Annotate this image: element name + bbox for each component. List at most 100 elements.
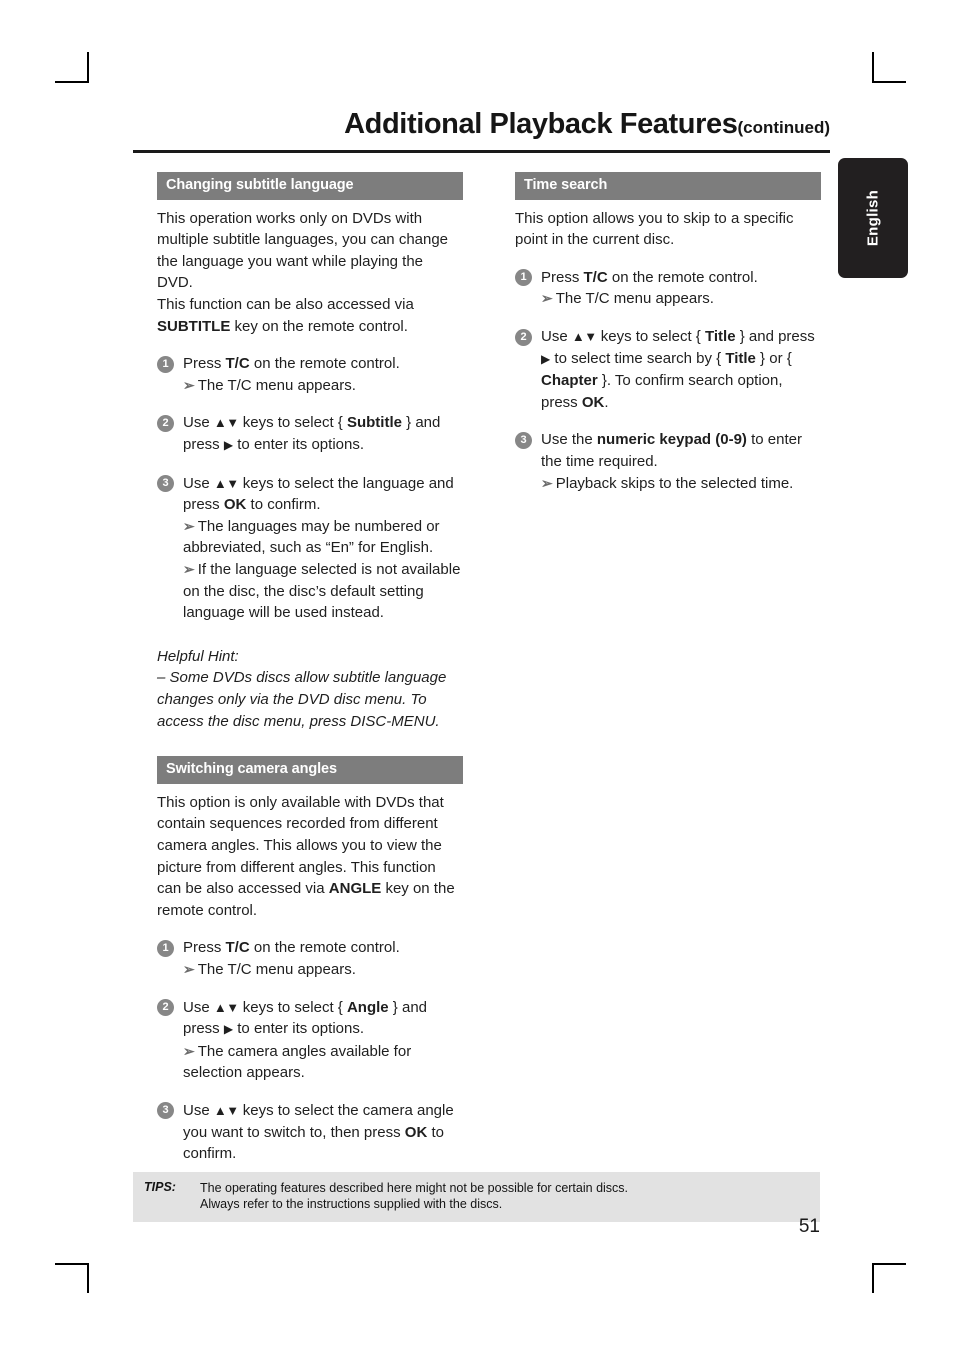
tips-line-1: The operating features described here mi… bbox=[200, 1181, 629, 1195]
crop-mark-bottom-left-h bbox=[55, 1263, 89, 1265]
step-number-badge: 1 bbox=[157, 939, 174, 957]
left-column: Changing subtitle language This operatio… bbox=[157, 172, 463, 1165]
step-text-e: } or { bbox=[755, 349, 792, 367]
step-text-a: Use bbox=[183, 998, 214, 1016]
updown-arrows-icon: ▲▼ bbox=[213, 999, 239, 1015]
step-text-a: Press bbox=[183, 355, 226, 373]
right-column: Time search This option allows you to sk… bbox=[515, 172, 821, 494]
crop-mark-bottom-right-h bbox=[872, 1263, 906, 1265]
step-result: ➢ The camera angles available for selecti… bbox=[183, 1041, 463, 1084]
step-time-2: 2 Use ▲▼ keys to select { Title } and pr… bbox=[515, 326, 821, 413]
step-result-1: ➢ The languages may be numbered or abbrev… bbox=[183, 516, 463, 559]
subtitle-intro-text: This operation works only on DVDs with m… bbox=[157, 209, 449, 292]
step-number-badge: 3 bbox=[515, 431, 532, 449]
crop-mark-bottom-left-v bbox=[87, 1263, 89, 1293]
page-number: 51 bbox=[798, 1216, 820, 1237]
tips-body: The operating features described here mi… bbox=[200, 1180, 820, 1212]
step-text-b: on the remote control. bbox=[607, 268, 758, 286]
subtitle-intro2-prefix: This function can be also accessed via bbox=[157, 296, 414, 314]
step-text-c: } and press bbox=[735, 328, 815, 346]
step-result: ➢ Playback skips to the selected time. bbox=[541, 473, 821, 495]
step-result-text: The T/C menu appears. bbox=[197, 960, 356, 978]
step-number-badge: 2 bbox=[515, 328, 532, 346]
arrow-icon: ➢ bbox=[183, 376, 195, 393]
step-result-text: The T/C menu appears. bbox=[555, 290, 714, 308]
menu-option-angle: Angle bbox=[346, 998, 389, 1016]
updown-arrows-icon: ▲▼ bbox=[213, 475, 239, 491]
crop-mark-top-right-v bbox=[872, 52, 874, 82]
step-number-badge: 2 bbox=[157, 414, 174, 432]
step-result-text: The T/C menu appears. bbox=[197, 376, 356, 394]
page-header: Additional Playback Features(continued) bbox=[133, 108, 830, 141]
right-arrow-icon: ▶ bbox=[223, 438, 234, 453]
step-text-a: Use bbox=[183, 414, 214, 432]
menu-option-title-2: Title bbox=[725, 349, 756, 367]
subtitle-intro2-suffix: key on the remote control. bbox=[230, 317, 408, 335]
crop-mark-top-right-h bbox=[872, 81, 906, 83]
step-text-d: to enter its options. bbox=[233, 436, 364, 454]
tips-line-2: Always refer to the instructions supplie… bbox=[200, 1197, 503, 1211]
arrow-icon: ➢ bbox=[183, 560, 195, 577]
updown-arrows-icon: ▲▼ bbox=[213, 415, 239, 431]
subtitle-intro-paragraph: This operation works only on DVDs with m… bbox=[157, 208, 463, 338]
arrow-icon: ➢ bbox=[541, 474, 553, 491]
step-result-2-text: If the language selected is not availabl… bbox=[183, 560, 461, 622]
step-result-text: Playback skips to the selected time. bbox=[555, 474, 794, 492]
updown-arrows-icon: ▲▼ bbox=[571, 329, 597, 345]
step-text-d: to select time search by { bbox=[550, 349, 726, 367]
tips-label: TIPS: bbox=[144, 1180, 176, 1194]
time-search-intro: This option allows you to skip to a spec… bbox=[515, 209, 794, 249]
key-ok: OK bbox=[223, 496, 247, 514]
section-heading-time-search: Time search bbox=[515, 172, 821, 200]
arrow-icon: ➢ bbox=[183, 960, 195, 977]
step-text-g: . bbox=[604, 393, 609, 411]
step-time-1: 1 Press T/C on the remote control. ➢ The … bbox=[515, 267, 821, 310]
updown-arrows-icon: ▲▼ bbox=[213, 1102, 239, 1118]
menu-option-subtitle: Subtitle bbox=[346, 414, 402, 432]
angle-key-name: ANGLE bbox=[328, 880, 382, 898]
step-text-b: keys to select { bbox=[238, 998, 347, 1016]
step-result-2: ➢ If the language selected is not availab… bbox=[183, 559, 463, 624]
step-subtitle-3: 3 Use ▲▼ keys to select the language and… bbox=[157, 473, 463, 624]
step-text-a: Use bbox=[183, 1101, 214, 1119]
step-text-b: keys to select { bbox=[238, 414, 347, 432]
step-angle-3: 3 Use ▲▼ keys to select the camera angle… bbox=[157, 1100, 463, 1165]
right-arrow-icon: ▶ bbox=[541, 351, 551, 366]
helpful-hint-body: – Some DVDs discs allow subtitle languag… bbox=[157, 669, 447, 730]
step-text-a: Press bbox=[541, 268, 584, 286]
key-ok: OK bbox=[404, 1123, 428, 1141]
step-result: ➢ The T/C menu appears. bbox=[541, 288, 821, 310]
step-text-a: Press bbox=[183, 939, 226, 957]
step-text-a: Use bbox=[183, 474, 214, 492]
step-text-b: keys to select { bbox=[596, 328, 705, 346]
key-tc: T/C bbox=[225, 939, 250, 957]
step-text-d: to enter its options. bbox=[233, 1020, 364, 1038]
key-tc: T/C bbox=[583, 268, 608, 286]
step-number-badge: 1 bbox=[157, 355, 174, 373]
helpful-hint-title: Helpful Hint: bbox=[157, 647, 239, 665]
step-subtitle-2: 2 Use ▲▼ keys to select { Subtitle } and… bbox=[157, 412, 463, 456]
page-title: Additional Playback Features bbox=[344, 108, 738, 140]
step-result: ➢ The T/C menu appears. bbox=[183, 959, 463, 981]
right-arrow-icon: ▶ bbox=[223, 1022, 234, 1037]
step-subtitle-1: 1 Press T/C on the remote control. ➢ The … bbox=[157, 353, 463, 396]
section-heading-changing-subtitle-language: Changing subtitle language bbox=[157, 172, 463, 200]
step-number-badge: 3 bbox=[157, 475, 174, 493]
arrow-icon: ➢ bbox=[183, 1042, 195, 1059]
menu-option-title: Title bbox=[704, 328, 736, 346]
language-side-tab: English bbox=[838, 158, 908, 278]
menu-option-chapter: Chapter bbox=[541, 372, 598, 390]
crop-mark-bottom-right-v bbox=[872, 1263, 874, 1293]
arrow-icon: ➢ bbox=[183, 517, 195, 534]
subtitle-key-name: SUBTITLE bbox=[157, 317, 231, 335]
step-text-b: on the remote control. bbox=[249, 939, 400, 957]
step-result: ➢ The T/C menu appears. bbox=[183, 375, 463, 397]
step-time-3: 3 Use the numeric keypad (0-9) to enter … bbox=[515, 429, 821, 494]
language-side-tab-label: English bbox=[864, 189, 882, 247]
step-text-a: Use bbox=[541, 328, 572, 346]
step-text-a: Use the bbox=[541, 431, 597, 449]
step-text-b: on the remote control. bbox=[249, 355, 400, 373]
key-numeric-keypad: numeric keypad (0-9) bbox=[596, 431, 747, 449]
header-rule bbox=[133, 150, 830, 153]
section-heading-switching-camera-angles: Switching camera angles bbox=[157, 756, 463, 784]
